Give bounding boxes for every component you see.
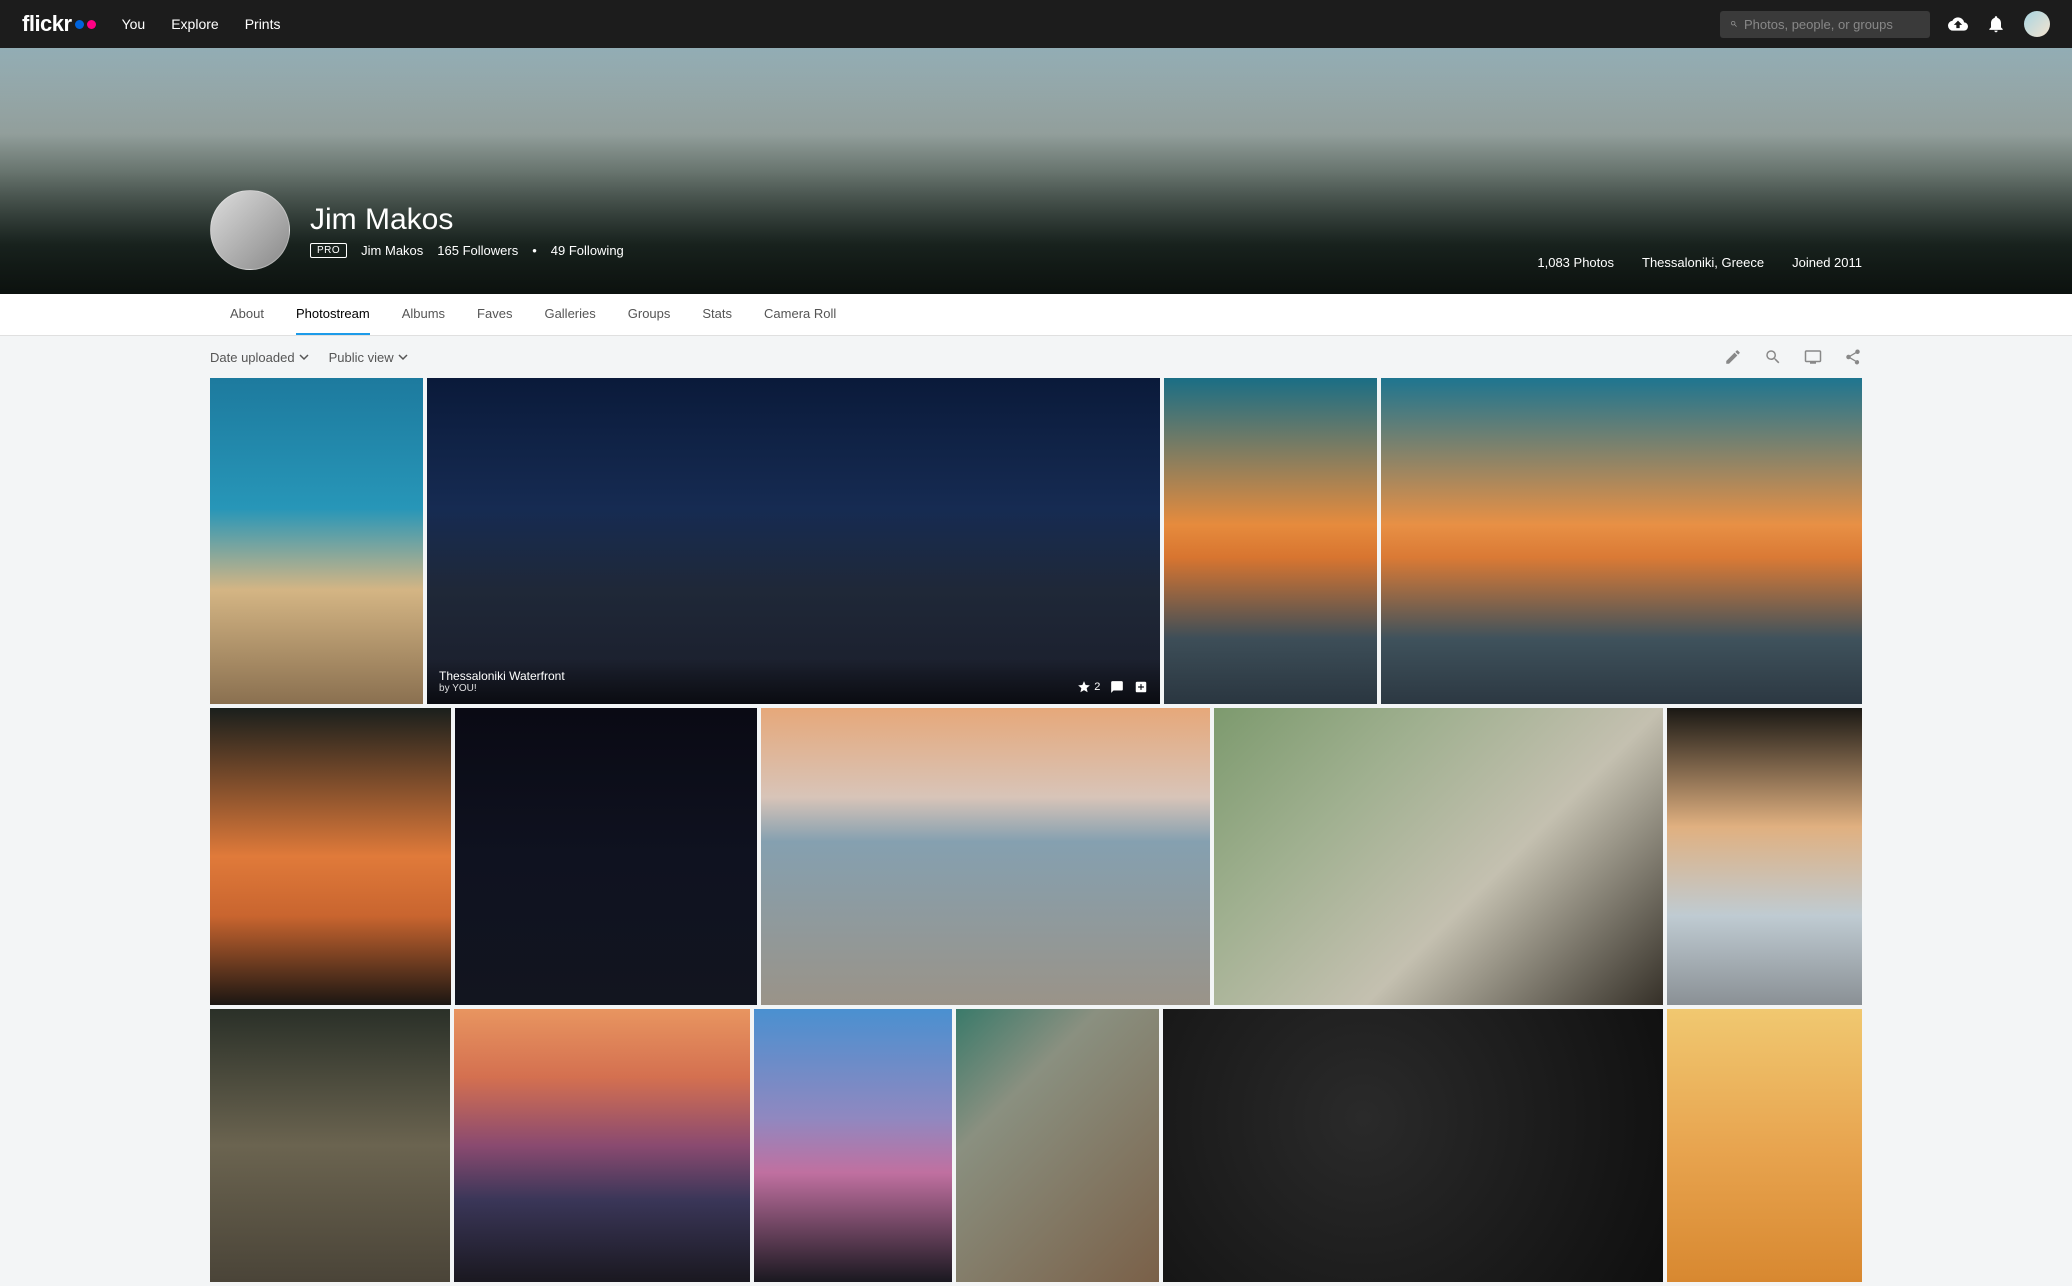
logo-dot-blue (75, 20, 84, 29)
meta-separator: • (532, 243, 537, 258)
gallery-row: Thessaloniki Waterfront by YOU! 2 (210, 378, 1862, 704)
view-label: Public view (329, 350, 394, 365)
top-navbar: flickr You Explore Prints (0, 0, 2072, 48)
photo-thumbnail[interactable] (1164, 378, 1377, 704)
photo-thumbnail[interactable] (754, 1009, 952, 1282)
photo-thumbnail[interactable] (1667, 1009, 1862, 1282)
search-icon (1730, 17, 1738, 31)
view-dropdown[interactable]: Public view (329, 350, 408, 365)
followers-count[interactable]: 165 Followers (437, 243, 518, 258)
photo-thumbnail[interactable] (1214, 708, 1663, 1005)
tab-groups[interactable]: Groups (628, 294, 671, 335)
photo-title: Thessaloniki Waterfront (439, 669, 565, 683)
star-icon (1077, 680, 1091, 694)
pro-badge[interactable]: PRO (310, 243, 347, 258)
sort-dropdown[interactable]: Date uploaded (210, 350, 309, 365)
fav-count: 2 (1094, 681, 1100, 693)
profile-header-left: Jim Makos PRO Jim Makos 165 Followers • … (210, 190, 624, 270)
photo-thumbnail[interactable] (1163, 1009, 1663, 1282)
search-icon[interactable] (1764, 348, 1782, 366)
photo-overlay: Thessaloniki Waterfront by YOU! 2 (427, 659, 1160, 704)
comment-icon[interactable] (1110, 680, 1124, 694)
share-icon[interactable] (1844, 348, 1862, 366)
cover-photo: Jim Makos PRO Jim Makos 165 Followers • … (0, 48, 2072, 294)
photo-thumbnail[interactable] (455, 708, 757, 1005)
profile-joined: Joined 2011 (1792, 255, 1862, 270)
profile-name: Jim Makos (310, 203, 624, 237)
photo-thumbnail[interactable] (210, 378, 423, 704)
tab-stats[interactable]: Stats (702, 294, 732, 335)
photo-thumbnail[interactable] (210, 1009, 450, 1282)
photo-thumbnail[interactable] (1381, 378, 1862, 704)
slideshow-icon[interactable] (1804, 348, 1822, 366)
photo-thumbnail[interactable] (761, 708, 1210, 1005)
photo-gallery: Thessaloniki Waterfront by YOU! 2 (0, 378, 2072, 1282)
photo-thumbnail[interactable] (956, 1009, 1159, 1282)
upload-icon[interactable] (1948, 14, 1968, 34)
notifications-icon[interactable] (1986, 14, 2006, 34)
sort-label: Date uploaded (210, 350, 295, 365)
navbar-right (1720, 11, 2050, 38)
profile-username: Jim Makos (361, 243, 423, 258)
logo-dot-pink (87, 20, 96, 29)
gallery-row (210, 708, 1862, 1005)
edit-icon[interactable] (1724, 348, 1742, 366)
user-avatar[interactable] (2024, 11, 2050, 37)
photos-count: 1,083 Photos (1537, 255, 1614, 270)
nav-you[interactable]: You (122, 16, 146, 32)
following-count[interactable]: 49 Following (551, 243, 624, 258)
fav-button[interactable]: 2 (1077, 680, 1100, 694)
photostream-toolbar: Date uploaded Public view (0, 336, 2072, 378)
chevron-down-icon (299, 352, 309, 362)
tab-about[interactable]: About (230, 294, 264, 335)
photo-thumbnail[interactable]: Thessaloniki Waterfront by YOU! 2 (427, 378, 1160, 704)
nav-prints[interactable]: Prints (245, 16, 281, 32)
photo-author: by YOU! (439, 683, 565, 694)
add-to-album-icon[interactable] (1134, 680, 1148, 694)
logo-text: flickr (22, 11, 72, 37)
gallery-row (210, 1009, 1862, 1282)
profile-location: Thessaloniki, Greece (1642, 255, 1764, 270)
photo-thumbnail[interactable] (454, 1009, 751, 1282)
tab-galleries[interactable]: Galleries (544, 294, 595, 335)
photo-thumbnail[interactable] (210, 708, 451, 1005)
tab-photostream[interactable]: Photostream (296, 294, 370, 335)
search-input[interactable] (1744, 17, 1920, 32)
search-box[interactable] (1720, 11, 1930, 38)
profile-meta: PRO Jim Makos 165 Followers • 49 Followi… (310, 243, 624, 258)
chevron-down-icon (398, 352, 408, 362)
tab-camera-roll[interactable]: Camera Roll (764, 294, 836, 335)
profile-avatar[interactable] (210, 190, 290, 270)
profile-header-right: 1,083 Photos Thessaloniki, Greece Joined… (1537, 255, 1862, 270)
flickr-logo[interactable]: flickr (22, 11, 96, 37)
tab-faves[interactable]: Faves (477, 294, 512, 335)
photo-thumbnail[interactable] (1667, 708, 1862, 1005)
profile-tabs: About Photostream Albums Faves Galleries… (0, 294, 2072, 336)
tab-albums[interactable]: Albums (402, 294, 445, 335)
navbar-left: flickr You Explore Prints (22, 11, 280, 37)
nav-explore[interactable]: Explore (171, 16, 218, 32)
